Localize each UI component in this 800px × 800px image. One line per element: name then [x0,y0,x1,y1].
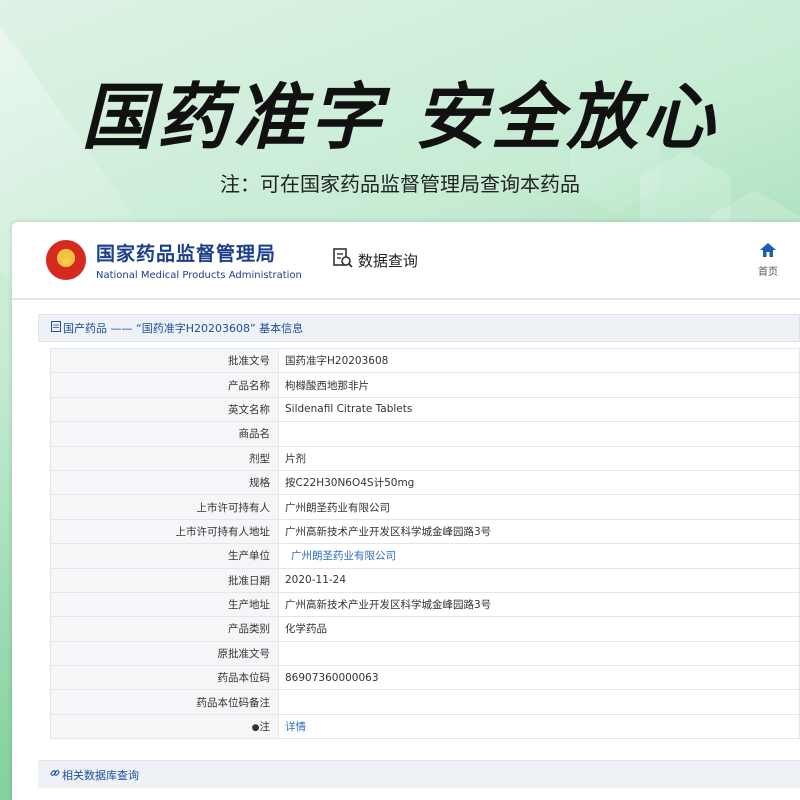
table-row: 产品名称 枸橼酸西地那非片 [50,372,800,398]
table-row: 上市许可持有人地址 广州高新技术产业开发区科学城金峰园路3号 [50,519,800,545]
home-icon [760,242,776,261]
national-emblem-icon: ★ [46,240,86,280]
table-row: 商品名 [50,421,800,447]
row-label: 原批准文号 [50,641,279,667]
row-value: 片剂 [278,446,800,471]
table-row: 原批准文号 [50,641,800,667]
manufacturer-link[interactable]: 广州朗圣药业有限公司 [278,543,800,569]
row-label: 上市许可持有人地址 [50,519,279,545]
row-label: 注 [259,721,271,734]
banner-headline: 国药准字 安全放心 [81,75,719,159]
row-value: Sildenafil Citrate Tablets [278,397,800,423]
row-value: 2020-11-24 [278,568,800,593]
data-query-link[interactable]: 数据查询 [332,247,418,274]
data-query-label: 数据查询 [357,251,418,270]
home-link[interactable]: 首页 [758,242,778,278]
row-value: 广州高新技术产业开发区科学城金峰园路3号 [278,592,800,618]
table-row: 英文名称 Sildenafil Citrate Tablets [50,397,800,423]
related-databases-link[interactable]: 相关数据库查询 [38,760,800,788]
row-label: 生产单位 [50,543,279,569]
row-value [278,641,800,667]
table-row: ●注 详情 [50,714,800,740]
row-value: 广州高新技术产业开发区科学城金峰园路3号 [278,519,800,545]
table-row: 生产地址 广州高新技术产业开发区科学城金峰园路3号 [50,592,800,618]
search-document-icon [332,247,354,274]
row-label: 商品名 [50,421,279,447]
table-row: 药品本位码备注 [50,689,800,715]
link-icon [50,768,60,781]
table-row: 批准文号 国药准字H20203608 [50,348,800,374]
row-label: 药品本位码备注 [50,689,279,715]
row-value: 按C22H30N6O4S计50mg [278,470,800,496]
site-header: ★ 国家药品监督管理局 National Medical Products Ad… [12,222,800,300]
row-value: 化学药品 [278,616,800,642]
note-label-cell: ●注 [50,714,279,740]
row-label: 批准日期 [50,568,279,593]
table-row: 上市许可持有人 广州朗圣药业有限公司 [50,494,800,520]
related-databases-label: 相关数据库查询 [62,768,139,782]
row-value: 86907360000063 [278,665,800,691]
row-value [278,689,800,715]
row-label: 批准文号 [50,348,279,374]
site-brand[interactable]: 国家药品监督管理局 National Medical Products Admi… [96,239,302,281]
pin-icon: ● [251,723,260,734]
row-value: 枸橼酸西地那非片 [278,372,800,398]
website-screenshot-panel: ★ 国家药品监督管理局 National Medical Products Ad… [12,222,800,800]
document-icon [51,321,61,335]
details-link[interactable]: 详情 [278,714,800,740]
row-value [278,421,800,447]
table-row: 产品类别 化学药品 [50,616,800,642]
home-label: 首页 [758,267,778,278]
row-label: 上市许可持有人 [50,494,279,520]
row-value: 国药准字H20203608 [278,348,800,374]
site-name-cn: 国家药品监督管理局 [96,243,277,265]
row-value: 广州朗圣药业有限公司 [278,494,800,520]
section-title: 国产药品 —— “国药准字H20203608” 基本信息 [63,322,304,335]
table-row: 批准日期 2020-11-24 [50,568,800,593]
section-title-bar: 国产药品 —— “国药准字H20203608” 基本信息 [38,314,800,342]
table-row: 生产单位 广州朗圣药业有限公司 [50,543,800,569]
row-label: 剂型 [50,446,279,471]
site-name-en: National Medical Products Administration [96,270,302,281]
row-label: 产品类别 [50,616,279,642]
row-label: 英文名称 [50,397,279,423]
table-row: 规格 按C22H30N6O4S计50mg [50,470,800,496]
row-label: 规格 [50,470,279,496]
table-row: 药品本位码 86907360000063 [50,665,800,691]
row-label: 产品名称 [50,372,279,398]
banner-note: 注：可在国家药品监督管理局查询本药品 [220,172,580,196]
row-label: 药品本位码 [50,665,279,691]
drug-info-table: 批准文号 国药准字H20203608 产品名称 枸橼酸西地那非片 英文名称 Si… [50,348,800,740]
row-label: 生产地址 [50,592,279,618]
table-row: 剂型 片剂 [50,446,800,471]
